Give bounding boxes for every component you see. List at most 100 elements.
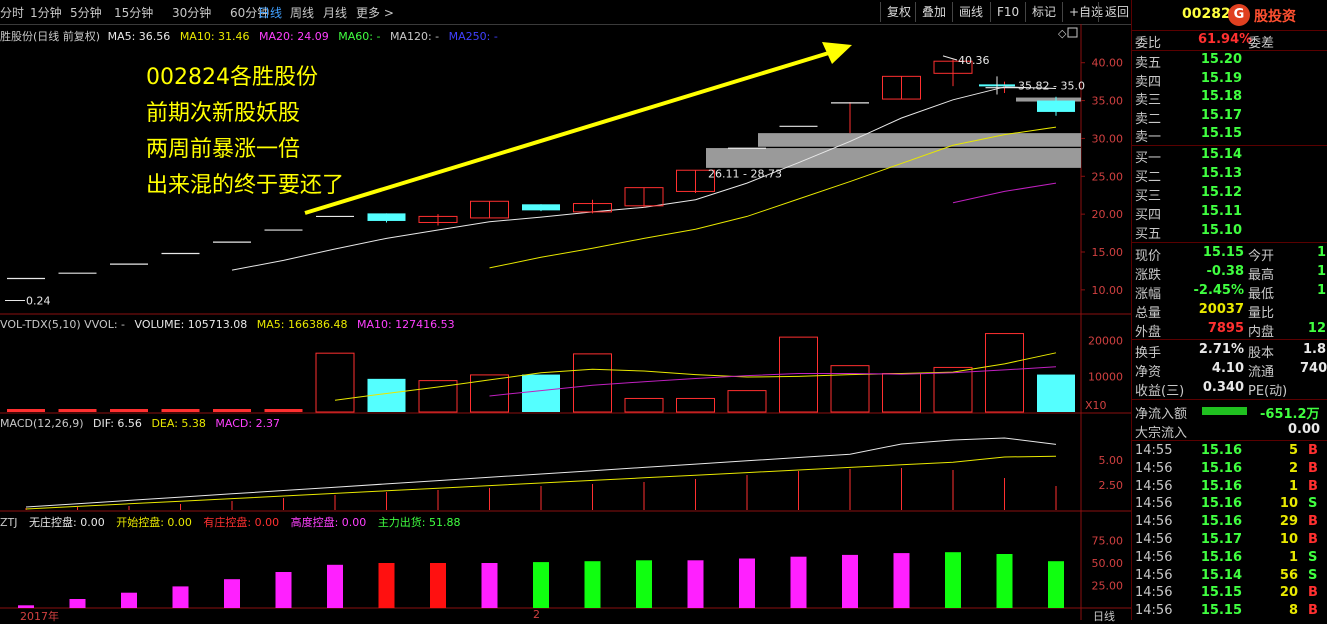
quote-panel: 00282 G 股投资 委比 61.94% 委差 卖五 15.20 卖四 15.19 卖三 15… (1131, 0, 1327, 620)
x-axis-year: 2017年 (20, 610, 59, 623)
netflow-row: 净流入额 -651.2万 (1132, 402, 1327, 422)
ztj-f3: 有庄控盘: 0.00 (203, 516, 280, 529)
stat-row: 现价 15.15 今开 1 (1132, 244, 1327, 264)
tick-row: 14:56 15.17 10 B (1132, 531, 1327, 549)
volume-bar (264, 409, 303, 412)
stat-label: 涨幅 (1135, 287, 1162, 302)
ask-label: 卖三 (1135, 93, 1162, 108)
tick-volume: 10 (1279, 532, 1298, 547)
tick-row: 14:56 15.16 29 B (1132, 513, 1327, 531)
x-axis-month: 2 (533, 608, 540, 621)
ztj-f5: 主力出货: 51.88 (377, 516, 461, 529)
price-tick-label: 15.00 (1092, 246, 1124, 259)
volume-panel-header: VOL-TDX(5,10) VVOL: - VOLUME: 105713.08 … (0, 318, 455, 331)
ztj-f4: 高度控盘: 0.00 (290, 516, 367, 529)
ztj-bar (996, 554, 1013, 608)
volume-bar (110, 409, 148, 412)
stat-row: 涨跌 -0.38 最高 1 (1132, 263, 1327, 283)
tick-price: 15.17 (1200, 532, 1242, 547)
tick-time: 14:56 (1135, 532, 1173, 547)
ztj-bar (275, 572, 292, 608)
ztj-bar (172, 586, 189, 608)
bid-row: 买三 15.12 (1132, 184, 1327, 204)
brand-logo-icon: G (1228, 4, 1250, 26)
bid-price: 15.12 (1200, 185, 1242, 200)
tick-price: 15.16 (1200, 496, 1242, 512)
ztj-bar (945, 552, 961, 608)
ask-row: 卖三 15.18 (1132, 88, 1327, 108)
stat-row: 涨幅 -2.45% 最低 1 (1132, 282, 1327, 302)
ask-price: 15.15 (1200, 126, 1242, 141)
stat-value-2: 1 (1316, 264, 1326, 279)
stat-row: 总量 20037 量比 (1132, 301, 1327, 321)
stat2-value: 0.340 (1202, 380, 1244, 395)
vol-ma5-line (334, 352, 1057, 401)
ztj-bar (636, 560, 652, 608)
volume-bar-up (727, 390, 767, 413)
price-tick-label: 40.00 (1092, 57, 1124, 70)
stat-value: -0.38 (1206, 264, 1244, 279)
panel-toggle-icon (1067, 27, 1078, 38)
volume-bar-up (933, 366, 973, 413)
stat2-row: 换手 2.71% 股本 1.8 (1132, 341, 1327, 361)
price-tick-label: 20.00 (1092, 208, 1124, 221)
tick-row: 14:56 15.14 56 S (1132, 567, 1327, 585)
volume-bar (161, 409, 200, 412)
stat2-row: 收益(三) 0.340 PE(动) (1132, 379, 1327, 399)
stat-value-2: 12 (1307, 321, 1326, 336)
stat-value: 20037 (1198, 302, 1244, 317)
stat-label: 外盘 (1135, 325, 1162, 340)
stat2-value-2: 1.8 (1302, 342, 1326, 357)
stat-label: 总量 (1135, 306, 1162, 321)
bid-label: 买四 (1135, 208, 1162, 223)
vol-ma10-value: MA10: 127416.53 (356, 318, 455, 331)
volume-unit-label: X10 (1085, 399, 1107, 412)
volume-bar-up (315, 352, 355, 413)
price-tick-label: 30.00 (1092, 132, 1124, 145)
support-band-upper (758, 133, 1081, 147)
ztj-tick-label: 50.00 (1092, 557, 1124, 570)
netflow-value: -651.2万 (1260, 407, 1320, 422)
volume-bar-up (882, 372, 921, 413)
volume-bar-up (830, 365, 870, 413)
ztj-bar (584, 561, 601, 608)
divider (1132, 440, 1327, 441)
ask-price: 15.17 (1200, 107, 1242, 123)
stat-label: 现价 (1135, 249, 1162, 264)
annotation-line-4: 出来混的终于要还了 (146, 173, 345, 198)
annotation-line-3: 两周前暴涨一倍 (146, 137, 301, 162)
ask-label: 卖四 (1135, 74, 1162, 90)
bid-label: 买五 (1135, 227, 1162, 242)
ask-row: 卖一 15.15 (1132, 125, 1327, 145)
ztj-tick-label: 75.00 (1092, 535, 1124, 548)
macd-value: MACD: 2.37 (215, 417, 281, 430)
ztj-bar (378, 563, 395, 608)
high-pointer (942, 55, 958, 61)
price-tick-label: 10.00 (1092, 284, 1124, 297)
stat2-label: 换手 (1135, 346, 1162, 361)
tick-time: 14:56 (1135, 549, 1173, 565)
stock-code: 00282 (1182, 6, 1231, 22)
bid-price: 15.14 (1200, 147, 1242, 162)
quote-title: 00282 G 股投资 (1132, 0, 1327, 31)
candle-body-down (367, 213, 406, 221)
ztj-panel-header: ZTJ 无庄控盘: 0.00 开始控盘: 0.00 有庄控盘: 0.00 高度控… (0, 514, 461, 530)
tick-price: 15.15 (1200, 585, 1242, 601)
stat2-row: 净资 4.10 流通 740 (1132, 360, 1327, 380)
macd-tick-label: 2.50 (1099, 479, 1124, 492)
chart-annotation: 002824各胜股份 前期次新股妖股 两周前暴涨一倍 出来混的终于要还了 (146, 60, 344, 204)
volume-bar-up (624, 397, 664, 413)
tick-price: 15.16 (1200, 460, 1242, 476)
ask-label: 卖五 (1135, 56, 1162, 71)
range-label-top: 35.82 - 35.0 (1018, 79, 1085, 92)
ask-price: 15.19 (1200, 70, 1242, 86)
daily-tab[interactable]: 日线 (1093, 608, 1115, 624)
stat-label-2: 最高 (1248, 268, 1275, 283)
tick-side: B (1308, 460, 1318, 476)
tick-price: 15.14 (1200, 567, 1242, 583)
tick-volume: 56 (1279, 567, 1298, 583)
stat-label-2: 内盘 (1248, 325, 1275, 340)
bigflow-label: 大宗流入 (1135, 426, 1188, 441)
ztj-bar (69, 599, 86, 608)
macd-tick-label: 5.00 (1099, 454, 1124, 467)
